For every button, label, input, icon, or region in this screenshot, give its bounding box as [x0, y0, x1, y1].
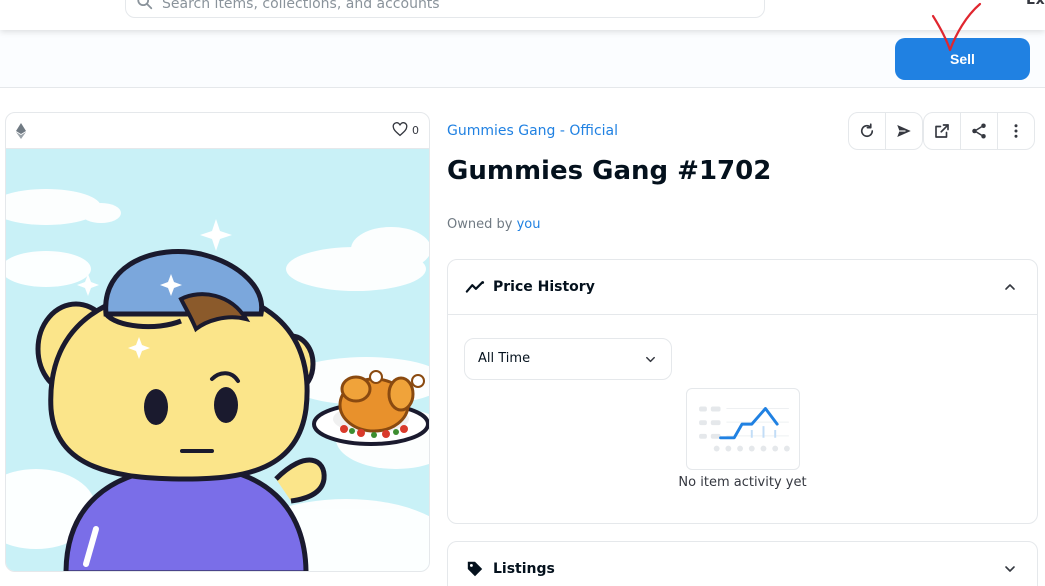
search-icon [137, 0, 153, 10]
item-actions-toolbar [848, 112, 1035, 150]
open-external-icon [935, 124, 949, 138]
search-bar[interactable]: Search items, collections, and accounts [125, 0, 765, 18]
share-button[interactable] [960, 112, 998, 150]
item-image-card: 0 [5, 112, 430, 572]
listings-label: Listings [493, 561, 555, 577]
tag-icon [467, 561, 483, 577]
more-icon [1014, 124, 1018, 138]
top-nav: Search items, collections, and accounts … [0, 0, 1045, 30]
chevron-down-icon[interactable] [1003, 562, 1017, 576]
owned-by-label: Owned by [447, 217, 513, 232]
item-title: Gummies Gang #1702 [447, 156, 772, 186]
listings-panel[interactable]: Listings [447, 541, 1038, 586]
price-history-label: Price History [493, 279, 595, 295]
view-external-button[interactable] [923, 112, 961, 150]
collection-link[interactable]: Gummies Gang - Official [447, 123, 618, 139]
annotation-checkmark-icon [931, 2, 982, 52]
owner-line: Owned by you [447, 217, 540, 232]
empty-activity-text: No item activity yet [678, 475, 807, 490]
time-range-value: All Time [478, 351, 531, 366]
transfer-icon [897, 125, 911, 137]
more-options-button[interactable] [997, 112, 1035, 150]
price-history-header[interactable]: Price History [448, 260, 1037, 315]
favorite-button[interactable]: 0 [392, 122, 419, 138]
time-range-select[interactable]: All Time [464, 338, 672, 380]
chevron-down-icon [646, 356, 655, 363]
heart-icon [392, 122, 408, 137]
transfer-button[interactable] [885, 112, 923, 150]
share-icon [972, 123, 986, 139]
refresh-icon [860, 123, 874, 138]
empty-chart-icon [686, 388, 800, 470]
image-card-header: 0 [6, 113, 429, 149]
favorites-count: 0 [412, 123, 419, 137]
trend-line-icon [465, 281, 485, 293]
price-history-panel: Price History All Time No item activity … [447, 259, 1038, 524]
ethereum-icon [16, 123, 26, 139]
search-placeholder[interactable]: Search items, collections, and accounts [162, 0, 440, 12]
owner-link[interactable]: you [517, 217, 541, 232]
refresh-metadata-button[interactable] [848, 112, 886, 150]
nft-artwork-image[interactable] [6, 149, 430, 572]
chevron-up-icon[interactable] [1003, 280, 1017, 294]
nav-explore-link[interactable]: Explore [1026, 0, 1045, 8]
owner-action-bar: Sell [0, 30, 1045, 88]
